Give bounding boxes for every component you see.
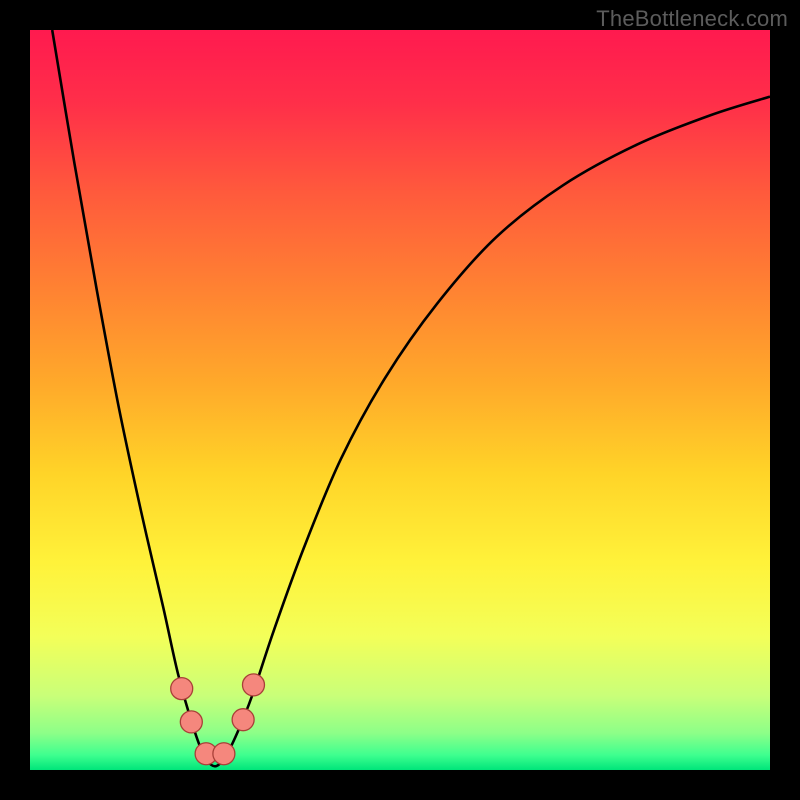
curve-marker [213, 743, 235, 765]
curve-marker [180, 711, 202, 733]
chart-svg [30, 30, 770, 770]
curve-marker [242, 674, 264, 696]
chart-frame: TheBottleneck.com [0, 0, 800, 800]
curve-marker [171, 678, 193, 700]
curve-marker [232, 709, 254, 731]
bottleneck-curve [52, 30, 770, 766]
watermark-text: TheBottleneck.com [596, 6, 788, 32]
plot-area [30, 30, 770, 770]
curve-markers [171, 674, 265, 765]
